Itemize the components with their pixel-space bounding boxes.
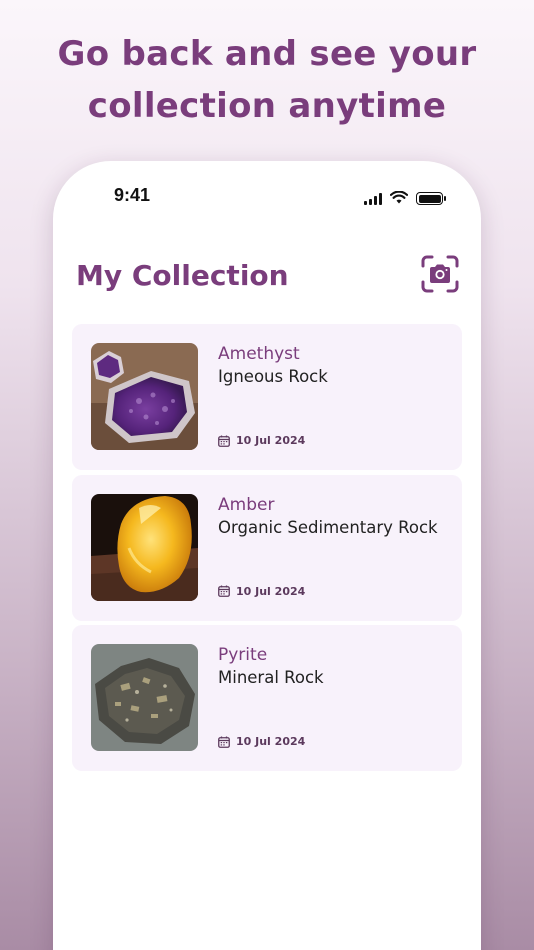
promo-headline-line2: collection anytime [87, 86, 447, 126]
status-time: 9:41 [114, 185, 151, 205]
item-name: Amber [218, 494, 275, 515]
collection-item-amethyst[interactable]: Amethyst Igneous Rock 10 Jul 2024 [72, 324, 462, 470]
amber-photo [91, 493, 198, 601]
item-date-text: 10 Jul 2024 [236, 434, 306, 447]
item-name: Pyrite [218, 645, 268, 665]
item-type: Igneous Rock [218, 367, 328, 386]
battery-icon [416, 192, 446, 205]
item-date: 10 Jul 2024 [218, 434, 305, 447]
status-icons [364, 189, 446, 208]
wifi-icon [389, 189, 409, 208]
item-type: Organic Sedimentary Rock [218, 517, 438, 537]
promo-headline-line1: Go back and see your [57, 34, 477, 74]
phone-frame: 9:41 My Collection Amethyst Igneous Rock… [53, 161, 481, 950]
calendar-icon [218, 435, 230, 447]
calendar-icon [218, 736, 230, 748]
collection-list: Amethyst Igneous Rock 10 Jul 2024 Amber … [72, 324, 462, 776]
item-type: Mineral Rock [218, 668, 324, 687]
camera-scan-button[interactable] [421, 255, 459, 293]
collection-item-pyrite[interactable]: Pyrite Mineral Rock 10 Jul 2024 [72, 625, 462, 771]
pyrite-photo [91, 644, 198, 751]
item-date-text: 10 Jul 2024 [236, 584, 306, 598]
item-name: Amethyst [218, 344, 300, 364]
item-date: 10 Jul 2024 [218, 735, 305, 748]
item-date-text: 10 Jul 2024 [236, 735, 306, 748]
signal-icon [364, 192, 382, 205]
page-title: My Collection [76, 259, 289, 292]
promo-headline: Go back and see your collection anytime [0, 28, 534, 132]
collection-item-amber[interactable]: Amber Organic Sedimentary Rock 10 Jul 20… [72, 474, 462, 621]
item-date: 10 Jul 2024 [218, 585, 305, 598]
camera-scan-icon [421, 255, 459, 293]
calendar-icon [218, 585, 230, 597]
amethyst-photo [91, 343, 198, 450]
status-bar: 9:41 [53, 161, 481, 231]
